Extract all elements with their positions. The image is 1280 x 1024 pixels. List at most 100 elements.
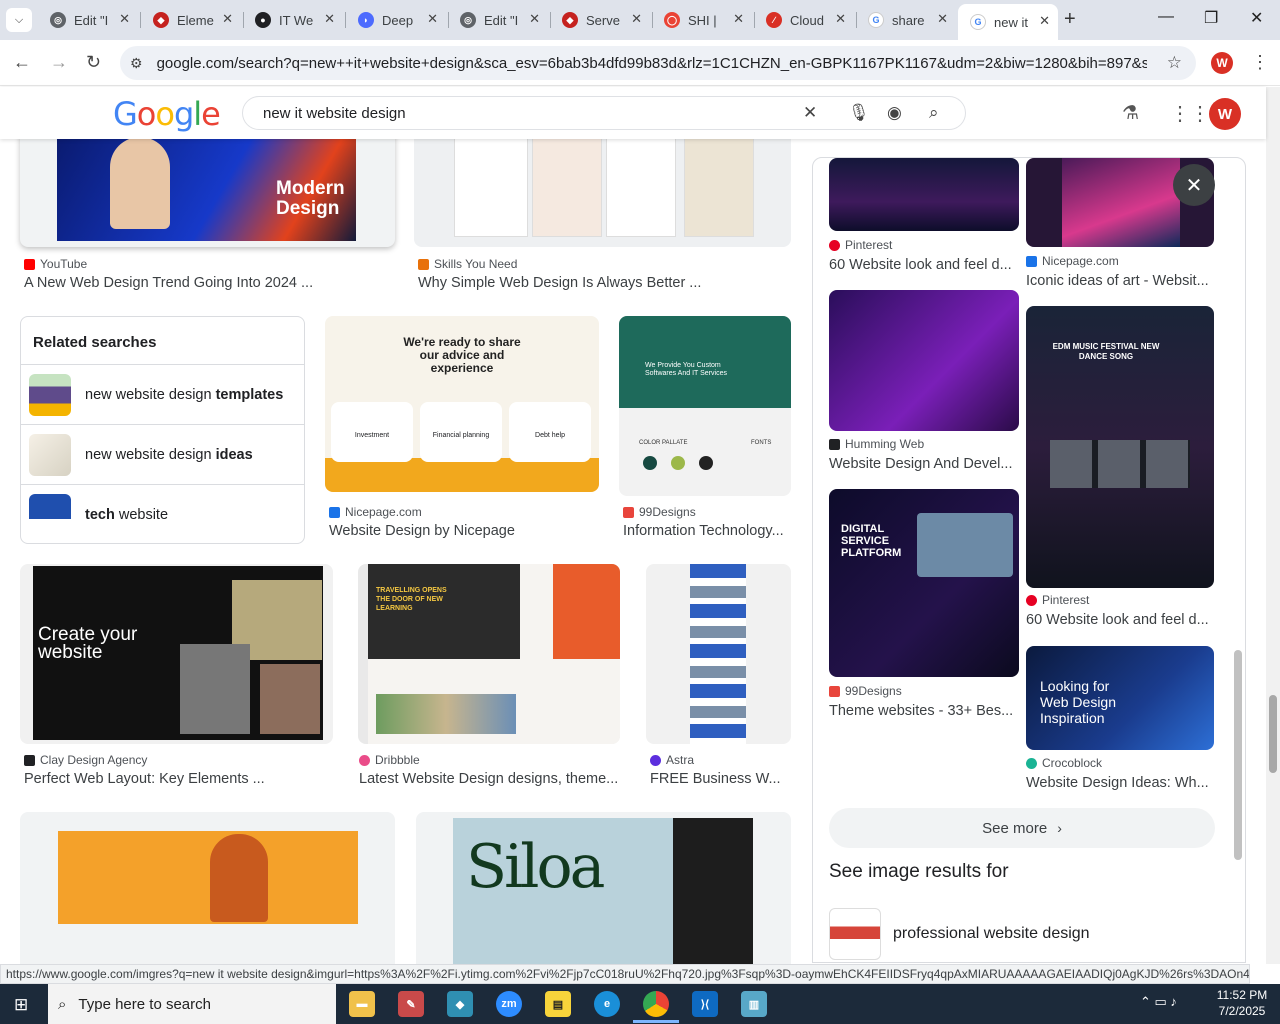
paint-icon[interactable]: ✎: [398, 991, 424, 1017]
labs-flask-icon[interactable]: ⚗: [1122, 102, 1139, 125]
tab-5[interactable]: ◎ Edit "I ✕: [448, 6, 548, 34]
sticky-notes-icon[interactable]: ▤: [545, 991, 571, 1017]
tab-close-icon[interactable]: ✕: [733, 11, 744, 27]
tab-9[interactable]: Gshare ✕: [856, 6, 956, 34]
result-caption[interactable]: Perfect Web Layout: Key Elements ...: [24, 771, 324, 787]
apps-grid-icon[interactable]: ⋮⋮: [1170, 101, 1210, 126]
new-tab-plus-icon[interactable]: +: [1064, 8, 1076, 31]
result-thumbnail[interactable]: Modern Design: [20, 139, 395, 247]
panel-thumbnail[interactable]: [829, 158, 1019, 231]
panel-thumbnail[interactable]: DIGITAL SERVICE PLATFORM: [829, 489, 1019, 677]
zoom-icon[interactable]: zm: [496, 991, 522, 1017]
tab-close-icon[interactable]: ✕: [119, 11, 130, 27]
address-bar[interactable]: ⚙ google.com/search?q=new++it+website+de…: [120, 46, 1196, 80]
edge-icon[interactable]: e: [594, 991, 620, 1017]
result-thumbnail[interactable]: Create your website: [20, 564, 333, 744]
taskbar-clock[interactable]: 11:52 PM 7/2/2025: [1212, 987, 1272, 1019]
tab-1[interactable]: ◎ Edit "I ✕: [38, 6, 138, 34]
result-caption[interactable]: Why Simple Web Design Is Always Better .…: [418, 275, 788, 291]
clear-x-icon[interactable]: ✕: [803, 103, 817, 123]
lens-camera-icon[interactable]: ◉: [887, 103, 902, 123]
panel-scrollbar[interactable]: [1234, 160, 1242, 960]
microphone-icon[interactable]: 🎙: [848, 103, 870, 123]
related-search-item[interactable]: new website design ideas: [21, 424, 304, 484]
app-icon[interactable]: ◆: [447, 991, 473, 1017]
google-account-avatar[interactable]: W: [1209, 98, 1241, 130]
panel-result-source[interactable]: Crocoblock: [1026, 756, 1102, 770]
window-close-icon[interactable]: ✕: [1250, 8, 1263, 28]
file-explorer-icon[interactable]: ▬: [349, 991, 375, 1017]
panel-result-caption[interactable]: 60 Website look and feel d...: [1026, 612, 1216, 628]
tab-close-icon[interactable]: ✕: [1039, 13, 1050, 29]
tab-7[interactable]: ◯ SHI | ✕: [652, 6, 752, 34]
result-caption[interactable]: Latest Website Design designs, theme...: [359, 771, 621, 787]
image-suggestion-item[interactable]: professional website design: [829, 908, 1090, 960]
site-info-icon[interactable]: ⚙: [130, 55, 143, 72]
taskbar-search-box[interactable]: ⌕ Type here to search: [48, 984, 336, 1024]
result-caption[interactable]: Information Technology...: [623, 523, 789, 539]
result-caption[interactable]: FREE Business W...: [650, 771, 790, 787]
chrome-icon[interactable]: [643, 991, 669, 1017]
panel-result-caption[interactable]: 60 Website look and feel d...: [829, 257, 1019, 273]
panel-result-caption[interactable]: Theme websites - 33+ Bes...: [829, 703, 1019, 719]
result-source[interactable]: YouTube: [24, 257, 87, 271]
result-caption[interactable]: Website Design by Nicepage: [329, 523, 599, 539]
tab-6[interactable]: ◆ Serve ✕: [550, 6, 650, 34]
reload-icon[interactable]: ↻: [86, 52, 101, 73]
result-thumbnail[interactable]: We Provide You Custom Softwares And IT S…: [619, 316, 791, 496]
result-caption[interactable]: A New Web Design Trend Going Into 2024 .…: [24, 275, 384, 291]
tab-close-icon[interactable]: ✕: [529, 11, 540, 27]
panel-thumbnail[interactable]: Looking for Web Design Inspiration: [1026, 646, 1214, 750]
tab-close-icon[interactable]: ✕: [222, 11, 233, 27]
result-source[interactable]: 99Designs: [623, 505, 696, 519]
panel-result-source[interactable]: Pinterest: [1026, 593, 1089, 607]
search-box[interactable]: ✕ 🎙 ◉ ⌕: [242, 96, 966, 130]
panel-result-source[interactable]: Nicepage.com: [1026, 254, 1119, 268]
close-panel-icon[interactable]: ✕: [1173, 164, 1215, 206]
panel-result-caption[interactable]: Website Design And Devel...: [829, 456, 1019, 472]
tab-close-icon[interactable]: ✕: [835, 11, 846, 27]
notepad-icon[interactable]: ▥: [741, 991, 767, 1017]
related-search-item[interactable]: new website design templates: [21, 364, 304, 424]
tab-close-icon[interactable]: ✕: [324, 11, 335, 27]
tab-2[interactable]: ◆ Eleme ✕: [141, 6, 241, 34]
result-thumbnail[interactable]: [646, 564, 791, 744]
result-thumbnail[interactable]: We're ready to share our advice and expe…: [325, 316, 599, 492]
tab-search-chevron-icon[interactable]: ⌵: [6, 8, 32, 32]
tab-close-icon[interactable]: ✕: [937, 11, 948, 27]
tab-10-active[interactable]: Gnew it ✕: [958, 4, 1058, 40]
address-url[interactable]: google.com/search?q=new++it+website+desi…: [157, 55, 1147, 72]
tab-4[interactable]: ◗ Deep ✕: [346, 6, 446, 34]
panel-thumbnail[interactable]: [829, 290, 1019, 431]
panel-result-source[interactable]: Humming Web: [829, 437, 924, 451]
result-source[interactable]: Dribbble: [359, 753, 420, 767]
bookmark-star-icon[interactable]: ☆: [1167, 53, 1182, 73]
page-scrollbar[interactable]: [1266, 87, 1280, 964]
result-source[interactable]: Nicepage.com: [329, 505, 422, 519]
search-input[interactable]: [263, 104, 783, 122]
panel-thumbnail[interactable]: EDM MUSIC FESTIVAL NEW DANCE SONG: [1026, 306, 1214, 588]
minimize-icon[interactable]: —: [1158, 8, 1174, 26]
see-more-button[interactable]: See more ›: [829, 808, 1215, 848]
chrome-menu-icon[interactable]: ⋮: [1251, 52, 1269, 73]
result-thumbnail[interactable]: TRAVELLING OPENS THE DOOR OF NEW LEARNIN…: [358, 564, 620, 744]
result-source[interactable]: Clay Design Agency: [24, 753, 147, 767]
forward-arrow-icon[interactable]: →: [50, 52, 68, 73]
tab-8[interactable]: ∕ Cloud ✕: [754, 6, 854, 34]
windows-start-icon[interactable]: ⊞: [14, 995, 28, 1015]
panel-result-caption[interactable]: Iconic ideas of art - Websit...: [1026, 273, 1216, 289]
system-tray[interactable]: ⌃ ▭ ♪: [1140, 994, 1177, 1010]
vscode-icon[interactable]: ⟩⟨: [692, 991, 718, 1017]
search-icon[interactable]: ⌕: [929, 103, 939, 123]
restore-icon[interactable]: ❐: [1204, 8, 1218, 28]
related-search-item[interactable]: tech website: [21, 484, 304, 544]
result-thumbnail[interactable]: Siloa: [416, 812, 791, 964]
result-thumbnail[interactable]: [414, 139, 791, 247]
back-arrow-icon[interactable]: ←: [13, 52, 31, 73]
result-source[interactable]: Astra: [650, 753, 694, 767]
result-source[interactable]: Skills You Need: [418, 257, 517, 271]
result-thumbnail[interactable]: [20, 812, 395, 964]
panel-result-caption[interactable]: Website Design Ideas: Wh...: [1026, 775, 1216, 791]
panel-result-source[interactable]: Pinterest: [829, 238, 892, 252]
google-logo[interactable]: Google: [113, 95, 221, 133]
